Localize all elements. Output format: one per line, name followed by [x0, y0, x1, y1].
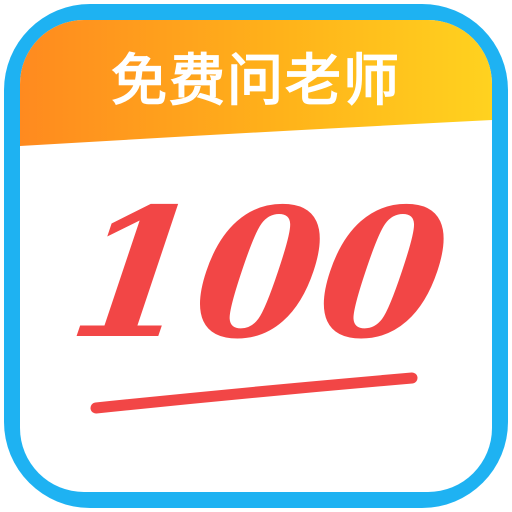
app-icon: 免费问老师 100 [0, 0, 512, 512]
score-label: 100 [59, 170, 460, 379]
app-icon-graphic: 免费问老师 100 [4, 4, 508, 508]
banner-label: 免费问老师 [111, 49, 401, 114]
